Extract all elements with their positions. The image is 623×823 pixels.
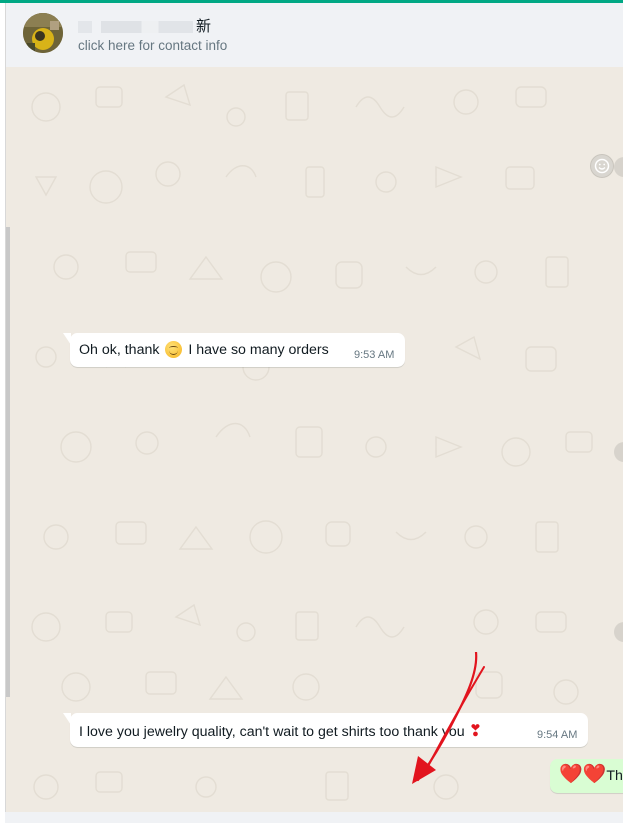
contact-info-link[interactable]: click here for contact info	[78, 38, 227, 53]
message-text-part: Oh ok, thank	[79, 342, 160, 358]
contact-name[interactable]: 新	[78, 15, 212, 36]
footer-strip	[5, 812, 623, 823]
chat-panel: Oh ok, thank I have so many orders 9:53 …	[5, 67, 623, 812]
contact-avatar[interactable]	[23, 13, 63, 53]
message-time: 9:54 AM	[537, 729, 578, 741]
smiling-face-emoji-icon	[165, 341, 183, 358]
scroll-gutter	[6, 227, 10, 697]
message-text: Oh ok, thank I have so many orders	[79, 341, 329, 358]
message-time: 9:53 AM	[354, 349, 395, 361]
redacted-name	[78, 21, 193, 34]
incoming-message[interactable]: I love you jewelry quality, can't wait t…	[63, 713, 588, 747]
outgoing-message[interactable]: ❤️❤️Tha	[550, 759, 623, 793]
message-text-part: Tha	[606, 768, 623, 784]
red-annotation-arrow-icon	[412, 652, 485, 784]
chat-header[interactable]: 新 click here for contact info	[5, 3, 623, 67]
contact-name-suffix: 新	[196, 18, 212, 35]
chat-wallpaper-pattern	[31, 83, 593, 801]
avatar-image	[23, 13, 63, 53]
emoji-reaction-button[interactable]	[590, 154, 614, 178]
message-text-part: I have so many orders	[188, 342, 329, 358]
smiley-icon	[594, 158, 610, 174]
incoming-message[interactable]: Oh ok, thank I have so many orders 9:53 …	[63, 333, 405, 367]
message-text: ❤️❤️Tha	[559, 765, 623, 784]
red-heart-emoji-icon: ❤️❤️	[559, 764, 607, 785]
